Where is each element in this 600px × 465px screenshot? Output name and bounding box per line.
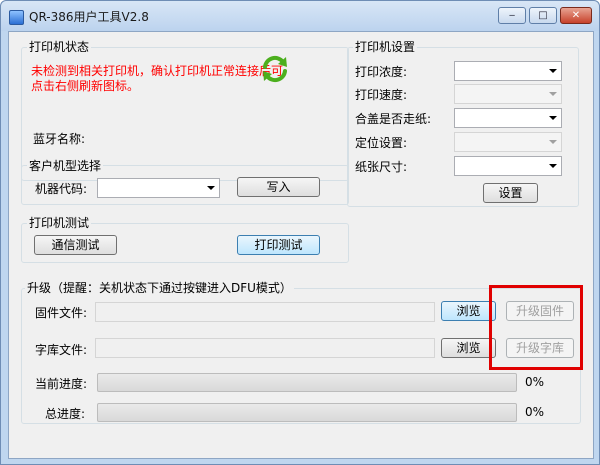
machine-code-dropdown[interactable] xyxy=(97,178,220,198)
main-panel: 打印机状态 未检测到相关打印机，确认打印机正常连接后可点击右侧刷新图标。 蓝牙名… xyxy=(8,31,594,459)
font-browse-button[interactable]: 浏览 xyxy=(441,338,496,358)
chevron-down-icon xyxy=(549,164,557,168)
comm-test-button[interactable]: 通信测试 xyxy=(34,235,117,255)
maximize-button[interactable]: □ xyxy=(529,7,557,24)
firmware-file-label: 固件文件: xyxy=(35,306,88,320)
print-test-button[interactable]: 打印测试 xyxy=(237,235,320,255)
current-progress-bar xyxy=(97,373,517,392)
printer-status-title: 打印机状态 xyxy=(27,38,92,55)
settings-apply-button[interactable]: 设置 xyxy=(483,183,538,203)
printer-settings-title: 打印机设置 xyxy=(353,38,418,55)
firmware-browse-button[interactable]: 浏览 xyxy=(441,301,496,321)
total-progress-bar xyxy=(97,403,517,422)
print-density-dropdown[interactable] xyxy=(454,61,562,81)
chevron-down-icon xyxy=(549,69,557,73)
cover-feed-dropdown[interactable] xyxy=(454,108,562,128)
total-progress-label: 总进度: xyxy=(45,407,86,421)
upgrade-buttons-highlight xyxy=(489,285,583,370)
current-progress-label: 当前进度: xyxy=(35,377,88,391)
font-file-input[interactable] xyxy=(95,338,435,358)
chevron-down-icon xyxy=(549,140,557,144)
total-progress-value: 0% xyxy=(525,405,545,419)
print-density-label: 打印浓度: xyxy=(355,65,408,79)
printer-test-title: 打印机测试 xyxy=(27,214,92,231)
write-button[interactable]: 写入 xyxy=(237,177,320,197)
chevron-down-icon xyxy=(549,116,557,120)
model-select-title: 客户机型选择 xyxy=(27,157,104,174)
chevron-down-icon xyxy=(549,92,557,96)
paper-size-dropdown[interactable] xyxy=(454,156,562,176)
position-setting-label: 定位设置: xyxy=(355,136,408,150)
cover-feed-label: 合盖是否走纸: xyxy=(355,112,432,126)
current-progress-value: 0% xyxy=(525,375,545,389)
machine-code-label: 机器代码: xyxy=(35,182,88,196)
refresh-icon[interactable] xyxy=(259,53,291,85)
bluetooth-name-label: 蓝牙名称: xyxy=(33,132,86,146)
printer-status-message: 未检测到相关打印机，确认打印机正常连接后可点击右侧刷新图标。 xyxy=(31,64,284,93)
close-button[interactable]: ✕ xyxy=(560,7,592,24)
app-icon xyxy=(9,10,24,25)
upgrade-title: 升级（提醒：关机状态下通过按键进入DFU模式） xyxy=(25,279,294,296)
paper-size-label: 纸张尺寸: xyxy=(355,160,408,174)
print-speed-label: 打印速度: xyxy=(355,88,408,102)
app-window: QR-386用户工具V2.8 ‒ □ ✕ 打印机状态 未检测到相关打印机，确认打… xyxy=(0,0,600,465)
position-setting-dropdown[interactable] xyxy=(454,132,562,152)
minimize-button[interactable]: ‒ xyxy=(498,7,526,24)
window-title: QR-386用户工具V2.8 xyxy=(29,10,149,24)
print-speed-dropdown[interactable] xyxy=(454,84,562,104)
font-file-label: 字库文件: xyxy=(35,343,88,357)
firmware-file-input[interactable] xyxy=(95,302,435,322)
chevron-down-icon xyxy=(207,186,215,190)
title-bar[interactable]: QR-386用户工具V2.8 ‒ □ ✕ xyxy=(1,1,599,31)
